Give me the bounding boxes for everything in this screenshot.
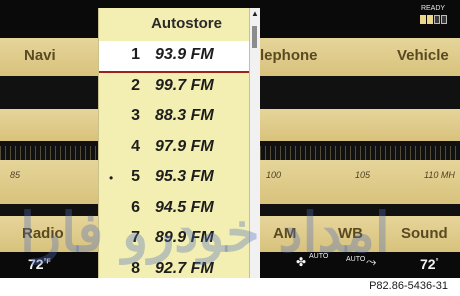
station-preset-number: 1 <box>131 46 140 63</box>
scale-label: 100 <box>266 170 282 180</box>
scale-label: 85 <box>10 170 21 180</box>
ready-label: READY <box>420 5 446 12</box>
menu-item-navi[interactable]: Navi <box>24 47 56 64</box>
menu-item-am[interactable]: AM <box>273 225 296 242</box>
menu-item-vehicle[interactable]: Vehicle <box>397 47 449 64</box>
station-preset-number: 7 <box>131 229 140 246</box>
station-list-item[interactable]: 8 92.7 FM <box>99 255 250 285</box>
station-list-item[interactable]: 7 89.9 FM <box>99 224 250 254</box>
station-preset-number: 3 <box>131 107 140 124</box>
station-frequency: 94.5 FM <box>155 198 214 216</box>
figure-code: P82.86-5436-31 <box>369 280 448 292</box>
station-frequency: 93.9 FM <box>155 46 214 63</box>
air-distribution-auto-label: AUTO <box>346 256 366 263</box>
ready-indicator: READY <box>414 5 452 25</box>
battery-icon <box>420 15 447 24</box>
station-list-item[interactable]: 3 88.3 FM <box>99 102 250 132</box>
station-frequency: 97.9 FM <box>155 137 214 155</box>
current-station-dot-icon: • <box>109 171 114 185</box>
scrollbar[interactable]: ▲ <box>249 8 260 278</box>
station-preset-number: 8 <box>131 259 140 277</box>
station-list-item[interactable]: 4 97.9 FM <box>99 133 250 163</box>
fan-icon[interactable]: ✤ <box>296 255 306 269</box>
menu-item-telephone[interactable]: lephone <box>260 47 318 64</box>
station-list-item[interactable]: 1 93.9 FM <box>99 41 250 73</box>
left-temperature[interactable]: 72°F <box>28 256 51 272</box>
air-distribution-icon[interactable]: ⤳ <box>366 254 376 270</box>
station-preset-number: 5 <box>131 168 140 185</box>
menu-item-radio[interactable]: Radio <box>22 225 64 242</box>
station-frequency: 99.7 FM <box>155 76 214 94</box>
station-list-item[interactable]: • 5 95.3 FM <box>99 163 250 193</box>
menu-item-wb[interactable]: WB <box>338 225 363 242</box>
station-frequency: 89.9 FM <box>155 229 214 246</box>
scale-label: 110 MH <box>424 170 455 180</box>
menu-item-sound[interactable]: Sound <box>401 225 448 242</box>
autostore-list[interactable]: Autostore 1 93.9 FM 2 99.7 FM 3 88.3 FM 4 97.9 … <box>98 8 250 278</box>
scrollbar-thumb[interactable] <box>252 26 257 48</box>
station-preset-number: 6 <box>131 198 140 216</box>
station-list-item[interactable]: 2 99.7 FM <box>99 72 250 102</box>
right-temperature[interactable]: 72° <box>420 256 438 272</box>
station-preset-number: 2 <box>131 76 140 94</box>
station-list-item[interactable]: 6 94.5 FM <box>99 194 250 224</box>
scale-label: 105 <box>355 170 371 180</box>
station-preset-number: 4 <box>131 137 140 155</box>
station-frequency: 88.3 FM <box>155 107 214 124</box>
fan-auto-label: AUTO <box>309 253 329 260</box>
station-frequency: 92.7 FM <box>155 259 214 277</box>
autostore-list-title: Autostore <box>151 15 222 32</box>
scroll-up-icon[interactable]: ▲ <box>251 9 259 18</box>
station-frequency: 95.3 FM <box>155 168 214 185</box>
